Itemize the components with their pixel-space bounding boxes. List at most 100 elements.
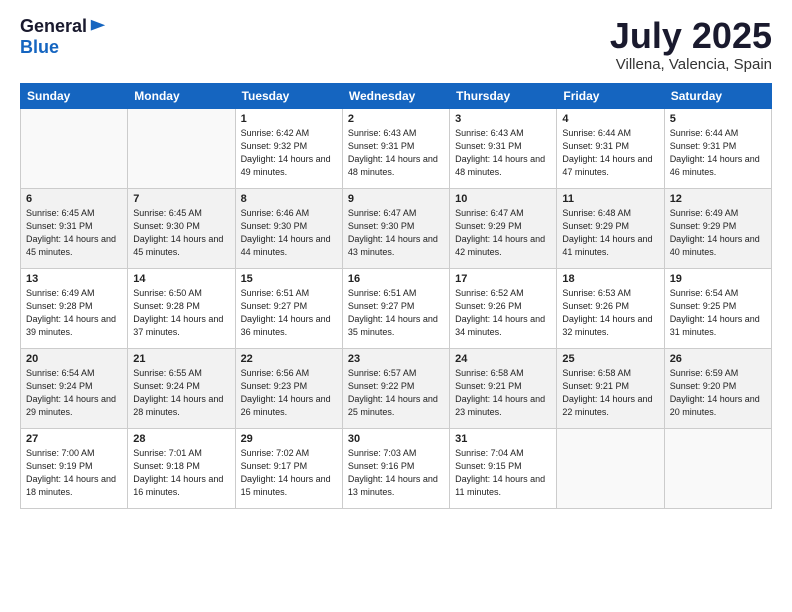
day-info: Sunrise: 6:59 AMSunset: 9:20 PMDaylight:… (670, 367, 766, 419)
title-block: July 2025 Villena, Valencia, Spain (610, 16, 772, 73)
day-info: Sunrise: 7:01 AMSunset: 9:18 PMDaylight:… (133, 447, 229, 499)
day-number: 9 (348, 193, 444, 205)
day-info: Sunrise: 6:45 AMSunset: 9:30 PMDaylight:… (133, 207, 229, 259)
calendar-day-cell: 30 Sunrise: 7:03 AMSunset: 9:16 PMDayligh… (342, 428, 449, 508)
day-number: 3 (455, 113, 551, 125)
calendar-day-cell: 13Sunrise: 6:49 AMSunset: 9:28 PMDayligh… (21, 268, 128, 348)
calendar-day-cell: 21Sunrise: 6:55 AMSunset: 9:24 PMDayligh… (128, 348, 235, 428)
calendar-week-5: 27Sunrise: 7:00 AMSunset: 9:19 PMDayligh… (21, 428, 772, 508)
page: General Blue July 2025 Villena, Valencia… (0, 0, 792, 612)
calendar-week-3: 13Sunrise: 6:49 AMSunset: 9:28 PMDayligh… (21, 268, 772, 348)
day-number: 27 (26, 433, 122, 445)
day-info: Sunrise: 6:47 AMSunset: 9:30 PMDaylight:… (348, 207, 444, 259)
day-number: 16 (348, 273, 444, 285)
day-number: 21 (133, 353, 229, 365)
header-wednesday: Wednesday (342, 83, 449, 108)
calendar-day-cell: 8 Sunrise: 6:46 AMSunset: 9:30 PMDaylight… (235, 188, 342, 268)
day-info: Sunrise: 6:52 AMSunset: 9:26 PMDaylight:… (455, 287, 551, 339)
day-info: Sunrise: 6:58 AMSunset: 9:21 PMDaylight:… (455, 367, 551, 419)
day-number: 15 (241, 273, 337, 285)
calendar-day-cell (128, 108, 235, 188)
day-info: Sunrise: 7:02 AMSunset: 9:17 PMDaylight:… (241, 447, 337, 499)
day-number: 17 (455, 273, 551, 285)
day-number: 26 (670, 353, 766, 365)
main-title: July 2025 (610, 16, 772, 56)
day-number: 7 (133, 193, 229, 205)
day-info: Sunrise: 6:43 AMSunset: 9:31 PMDaylight:… (348, 127, 444, 179)
day-number: 14 (133, 273, 229, 285)
calendar-day-cell: 2 Sunrise: 6:43 AMSunset: 9:31 PMDaylight… (342, 108, 449, 188)
calendar-day-cell: 10Sunrise: 6:47 AMSunset: 9:29 PMDayligh… (450, 188, 557, 268)
day-number: 11 (562, 193, 658, 205)
day-info: Sunrise: 6:54 AMSunset: 9:24 PMDaylight:… (26, 367, 122, 419)
day-number: 25 (562, 353, 658, 365)
day-number: 20 (26, 353, 122, 365)
calendar-day-cell (557, 428, 664, 508)
header-friday: Friday (557, 83, 664, 108)
day-info: Sunrise: 6:44 AMSunset: 9:31 PMDaylight:… (562, 127, 658, 179)
calendar-day-cell: 14 Sunrise: 6:50 AMSunset: 9:28 PMDayligh… (128, 268, 235, 348)
calendar: Sunday Monday Tuesday Wednesday Thursday… (20, 83, 772, 509)
header-thursday: Thursday (450, 83, 557, 108)
calendar-day-cell: 15 Sunrise: 6:51 AMSunset: 9:27 PMDayligh… (235, 268, 342, 348)
day-number: 22 (241, 353, 337, 365)
calendar-day-cell: 28Sunrise: 7:01 AMSunset: 9:18 PMDayligh… (128, 428, 235, 508)
logo-blue-text: Blue (20, 37, 59, 58)
day-number: 8 (241, 193, 337, 205)
day-info: Sunrise: 6:46 AMSunset: 9:30 PMDaylight:… (241, 207, 337, 259)
calendar-week-2: 6 Sunrise: 6:45 AMSunset: 9:31 PMDaylight… (21, 188, 772, 268)
day-info: Sunrise: 6:51 AMSunset: 9:27 PMDaylight:… (348, 287, 444, 339)
day-number: 6 (26, 193, 122, 205)
day-number: 4 (562, 113, 658, 125)
day-number: 19 (670, 273, 766, 285)
day-info: Sunrise: 6:47 AMSunset: 9:29 PMDaylight:… (455, 207, 551, 259)
day-info: Sunrise: 6:42 AMSunset: 9:32 PMDaylight:… (241, 127, 337, 179)
header-monday: Monday (128, 83, 235, 108)
day-info: Sunrise: 6:49 AMSunset: 9:28 PMDaylight:… (26, 287, 122, 339)
calendar-day-cell: 11Sunrise: 6:48 AMSunset: 9:29 PMDayligh… (557, 188, 664, 268)
day-info: Sunrise: 6:49 AMSunset: 9:29 PMDaylight:… (670, 207, 766, 259)
day-info: Sunrise: 6:43 AMSunset: 9:31 PMDaylight:… (455, 127, 551, 179)
day-info: Sunrise: 6:45 AMSunset: 9:31 PMDaylight:… (26, 207, 122, 259)
calendar-day-cell: 25Sunrise: 6:58 AMSunset: 9:21 PMDayligh… (557, 348, 664, 428)
header-tuesday: Tuesday (235, 83, 342, 108)
calendar-day-cell: 20 Sunrise: 6:54 AMSunset: 9:24 PMDayligh… (21, 348, 128, 428)
calendar-day-cell: 3 Sunrise: 6:43 AMSunset: 9:31 PMDaylight… (450, 108, 557, 188)
calendar-day-cell (21, 108, 128, 188)
calendar-day-cell: 26 Sunrise: 6:59 AMSunset: 9:20 PMDayligh… (664, 348, 771, 428)
day-number: 23 (348, 353, 444, 365)
calendar-day-cell: 12 Sunrise: 6:49 AMSunset: 9:29 PMDayligh… (664, 188, 771, 268)
day-number: 1 (241, 113, 337, 125)
day-number: 2 (348, 113, 444, 125)
logo: General Blue (20, 16, 107, 58)
day-info: Sunrise: 6:54 AMSunset: 9:25 PMDaylight:… (670, 287, 766, 339)
calendar-day-cell: 22 Sunrise: 6:56 AMSunset: 9:23 PMDayligh… (235, 348, 342, 428)
day-number: 24 (455, 353, 551, 365)
day-number: 31 (455, 433, 551, 445)
calendar-day-cell: 17 Sunrise: 6:52 AMSunset: 9:26 PMDayligh… (450, 268, 557, 348)
calendar-day-cell: 18 Sunrise: 6:53 AMSunset: 9:26 PMDayligh… (557, 268, 664, 348)
day-number: 12 (670, 193, 766, 205)
day-info: Sunrise: 6:53 AMSunset: 9:26 PMDaylight:… (562, 287, 658, 339)
day-info: Sunrise: 6:56 AMSunset: 9:23 PMDaylight:… (241, 367, 337, 419)
day-info: Sunrise: 6:50 AMSunset: 9:28 PMDaylight:… (133, 287, 229, 339)
calendar-day-cell: 29 Sunrise: 7:02 AMSunset: 9:17 PMDayligh… (235, 428, 342, 508)
calendar-day-cell: 5Sunrise: 6:44 AMSunset: 9:31 PMDaylight… (664, 108, 771, 188)
calendar-day-cell: 9 Sunrise: 6:47 AMSunset: 9:30 PMDaylight… (342, 188, 449, 268)
day-info: Sunrise: 7:03 AMSunset: 9:16 PMDaylight:… (348, 447, 444, 499)
calendar-day-cell (664, 428, 771, 508)
header-saturday: Saturday (664, 83, 771, 108)
calendar-day-cell: 23 Sunrise: 6:57 AMSunset: 9:22 PMDayligh… (342, 348, 449, 428)
day-number: 29 (241, 433, 337, 445)
day-info: Sunrise: 6:57 AMSunset: 9:22 PMDaylight:… (348, 367, 444, 419)
day-number: 5 (670, 113, 766, 125)
day-info: Sunrise: 6:51 AMSunset: 9:27 PMDaylight:… (241, 287, 337, 339)
day-number: 18 (562, 273, 658, 285)
calendar-day-cell: 19 Sunrise: 6:54 AMSunset: 9:25 PMDayligh… (664, 268, 771, 348)
calendar-day-cell: 4 Sunrise: 6:44 AMSunset: 9:31 PMDaylight… (557, 108, 664, 188)
calendar-week-4: 20 Sunrise: 6:54 AMSunset: 9:24 PMDayligh… (21, 348, 772, 428)
calendar-day-cell: 27Sunrise: 7:00 AMSunset: 9:19 PMDayligh… (21, 428, 128, 508)
calendar-week-1: 1 Sunrise: 6:42 AMSunset: 9:32 PMDaylight… (21, 108, 772, 188)
header-sunday: Sunday (21, 83, 128, 108)
day-number: 30 (348, 433, 444, 445)
